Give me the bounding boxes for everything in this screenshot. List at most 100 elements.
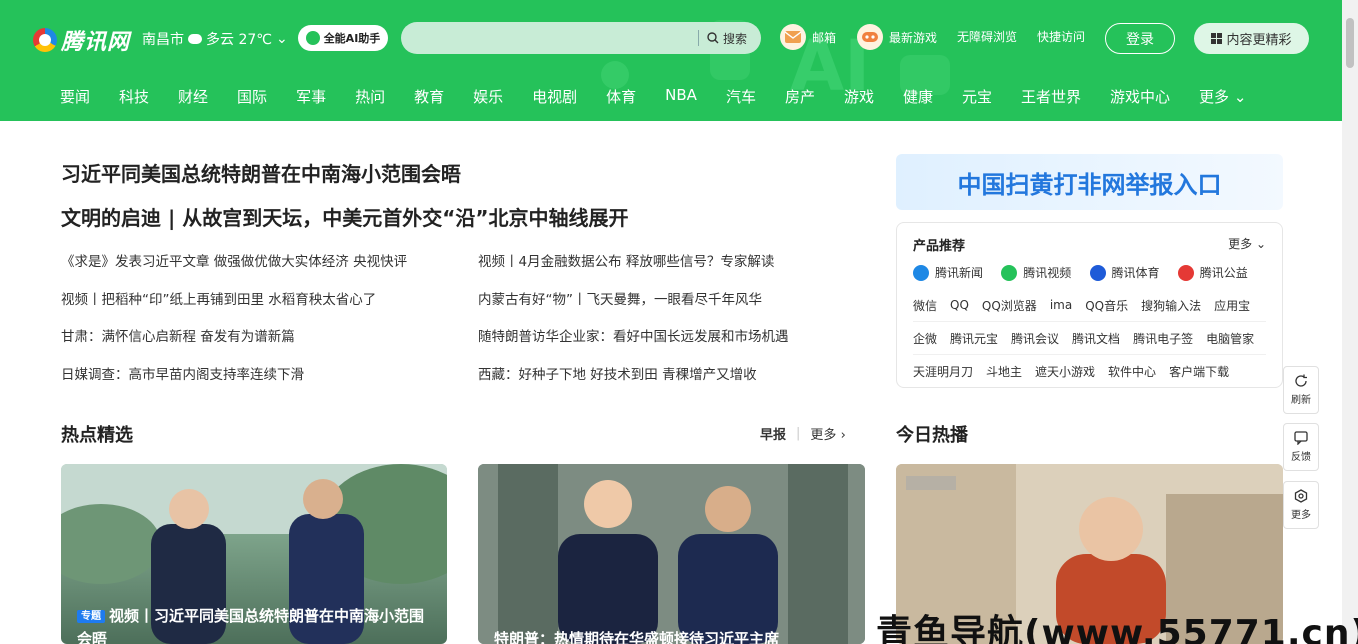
more-tools-button[interactable]: 更多: [1283, 481, 1319, 529]
product-link[interactable]: 微信: [913, 297, 937, 314]
featured-apps-row: 腾讯新闻 腾讯视频 腾讯体育 腾讯公益: [913, 264, 1266, 281]
nav-item-education[interactable]: 教育: [414, 86, 444, 107]
card-caption: 专题 视频丨习近平同美国总统特朗普在中南海小范围会晤: [77, 607, 425, 644]
news-link[interactable]: 随特朗普访华企业家：看好中国长远发展和市场机遇: [478, 327, 789, 365]
nav-item-house[interactable]: 房产: [785, 86, 815, 107]
morning-report-link[interactable]: 早报: [760, 424, 786, 443]
nav-item-game-center[interactable]: 游戏中心: [1110, 86, 1170, 107]
tencent-logo[interactable]: 腾讯网: [33, 24, 130, 56]
news-link[interactable]: 日媒调查：高市早苗内阁支持率连续下滑: [61, 365, 407, 403]
product-link[interactable]: 腾讯文档: [1072, 330, 1120, 347]
card-caption: 特朗普：热情期待在华盛顿接待习近平主席: [494, 630, 780, 644]
product-link[interactable]: 天涯明月刀: [913, 363, 973, 380]
mail-icon: [780, 24, 806, 50]
nav-item-tech[interactable]: 科技: [119, 86, 149, 107]
scrollbar-thumb[interactable]: [1346, 18, 1354, 68]
ai-assistant-button[interactable]: 全能AI助手: [298, 25, 388, 51]
product-link[interactable]: ima: [1050, 298, 1072, 312]
news-link[interactable]: 甘肃：满怀信心启新程 奋发有为谱新篇: [61, 327, 407, 365]
product-row: 企微 腾讯元宝 腾讯会议 腾讯文档 腾讯电子签 电脑管家: [913, 322, 1266, 355]
gamepad-icon: [857, 24, 883, 50]
chevron-right-icon: ›: [840, 428, 846, 443]
weather-widget[interactable]: 南昌市 多云 27℃ ⌄: [142, 29, 288, 49]
feedback-icon: [1294, 431, 1308, 445]
product-link[interactable]: 客户端下载: [1169, 363, 1229, 380]
app-tencent-sports[interactable]: 腾讯体育: [1089, 264, 1178, 281]
tencent-video-icon: [1001, 264, 1018, 281]
hot-pick-actions: 早报 | 更多 ›: [760, 424, 846, 443]
product-link[interactable]: 腾讯电子签: [1133, 330, 1193, 347]
product-link[interactable]: QQ: [950, 298, 969, 312]
nav-item-yuanbao[interactable]: 元宝: [962, 86, 992, 107]
hexagon-icon: [1294, 489, 1308, 503]
quick-access-link[interactable]: 快捷访问: [1037, 28, 1085, 45]
nav-item-hot-questions[interactable]: 热问: [355, 86, 385, 107]
app-tencent-charity[interactable]: 腾讯公益: [1177, 264, 1266, 281]
refresh-icon: [1295, 374, 1307, 387]
report-banner[interactable]: 中国扫黄打非网举报入口: [896, 154, 1283, 210]
nav-item-entertainment[interactable]: 娱乐: [473, 86, 503, 107]
product-link[interactable]: 腾讯元宝: [950, 330, 998, 347]
windows-icon: [1211, 33, 1223, 44]
nav-item-auto[interactable]: 汽车: [726, 86, 756, 107]
news-link[interactable]: 内蒙古有好“物”丨飞天曼舞，一眼看尽千年风华: [478, 290, 789, 328]
site-header: AI 腾讯网 南昌市 多云 27℃ ⌄ 全能AI助手 搜索 邮箱 最新游戏 无障…: [0, 0, 1342, 121]
top-headline-1[interactable]: 习近平同美国总统特朗普在中南海小范围会晤: [61, 158, 461, 187]
product-row: 微信 QQ QQ浏览器 ima QQ音乐 搜狗输入法 应用宝: [913, 289, 1266, 322]
search-input[interactable]: [401, 22, 698, 54]
product-link[interactable]: 软件中心: [1108, 363, 1156, 380]
nav-item-tv-series[interactable]: 电视剧: [532, 86, 577, 107]
nav-item-news[interactable]: 要闻: [60, 86, 90, 107]
products-title: 产品推荐: [913, 239, 966, 254]
main-nav: 要闻 科技 财经 国际 军事 热问 教育 娱乐 电视剧 体育 NBA 汽车 房产…: [60, 86, 1275, 107]
topic-tag: 专题: [77, 610, 105, 623]
nav-item-health[interactable]: 健康: [903, 86, 933, 107]
nav-item-kings-world[interactable]: 王者世界: [1021, 86, 1081, 107]
hot-pick-more-link[interactable]: 更多 ›: [810, 424, 845, 443]
product-link[interactable]: 应用宝: [1214, 297, 1250, 314]
product-link[interactable]: 电脑管家: [1206, 330, 1254, 347]
product-link[interactable]: QQ音乐: [1085, 297, 1128, 314]
product-link[interactable]: 遮天小游戏: [1035, 363, 1095, 380]
refresh-button[interactable]: 刷新: [1283, 366, 1319, 414]
product-link[interactable]: 搜狗输入法: [1141, 297, 1201, 314]
news-link[interactable]: 西藏：好种子下地 好技术到田 青稞增产又增收: [478, 365, 789, 403]
news-link[interactable]: 《求是》发表习近平文章 做强做优做大实体经济 央视快评: [61, 252, 407, 290]
search-bar: 搜索: [401, 22, 761, 54]
product-link[interactable]: 腾讯会议: [1011, 330, 1059, 347]
feedback-button[interactable]: 反馈: [1283, 423, 1319, 471]
page-scrollbar[interactable]: [1342, 0, 1358, 644]
chevron-down-icon: ⌄: [1255, 237, 1266, 251]
login-button[interactable]: 登录: [1105, 23, 1175, 54]
weather-label: 多云 27℃: [206, 32, 272, 48]
news-card[interactable]: 特朗普：热情期待在华盛顿接待习近平主席: [478, 464, 865, 644]
app-tencent-news[interactable]: 腾讯新闻: [913, 264, 1001, 281]
product-row: 天涯明月刀 斗地主 遮天小游戏 软件中心 客户端下载: [913, 355, 1266, 388]
news-list-right: 视频丨4月金融数据公布 释放哪些信号？专家解读 内蒙古有好“物”丨飞天曼舞，一眼…: [478, 252, 789, 402]
product-link[interactable]: 斗地主: [986, 363, 1022, 380]
divider: |: [796, 426, 801, 441]
nav-item-games[interactable]: 游戏: [844, 86, 874, 107]
nav-item-more[interactable]: 更多 ⌄: [1199, 86, 1246, 107]
product-link[interactable]: QQ浏览器: [982, 297, 1037, 314]
nav-item-sports[interactable]: 体育: [606, 86, 636, 107]
app-tencent-video[interactable]: 腾讯视频: [1001, 264, 1089, 281]
top-headline-2[interactable]: 文明的启迪 | 从故宫到天坛，中美元首外交“沿”北京中轴线展开: [61, 202, 629, 231]
chevron-down-icon: ⌄: [1233, 88, 1247, 106]
news-link[interactable]: 视频丨把稻种“印”纸上再铺到田里 水稻育秧太省心了: [61, 290, 407, 328]
games-link[interactable]: 最新游戏: [857, 24, 937, 50]
tencent-news-icon: [913, 264, 929, 281]
products-more-link[interactable]: 更多 ⌄: [1228, 235, 1266, 254]
nav-item-finance[interactable]: 财经: [178, 86, 208, 107]
nav-item-military[interactable]: 军事: [296, 86, 326, 107]
news-card[interactable]: 专题 视频丨习近平同美国总统特朗普在中南海小范围会晤: [61, 464, 447, 644]
search-button[interactable]: 搜索: [699, 30, 761, 47]
nav-item-world[interactable]: 国际: [237, 86, 267, 107]
nav-item-nba[interactable]: NBA: [665, 86, 697, 107]
product-link[interactable]: 企微: [913, 330, 937, 347]
mail-link[interactable]: 邮箱: [780, 24, 836, 50]
accessible-link[interactable]: 无障碍浏览: [957, 28, 1017, 45]
news-link[interactable]: 视频丨4月金融数据公布 释放哪些信号？专家解读: [478, 252, 789, 290]
more-content-button[interactable]: 内容更精彩: [1194, 23, 1309, 54]
product-recommendations: 产品推荐 更多 ⌄ 腾讯新闻 腾讯视频 腾讯体育 腾讯公益 微信 QQ QQ浏览…: [896, 222, 1283, 388]
